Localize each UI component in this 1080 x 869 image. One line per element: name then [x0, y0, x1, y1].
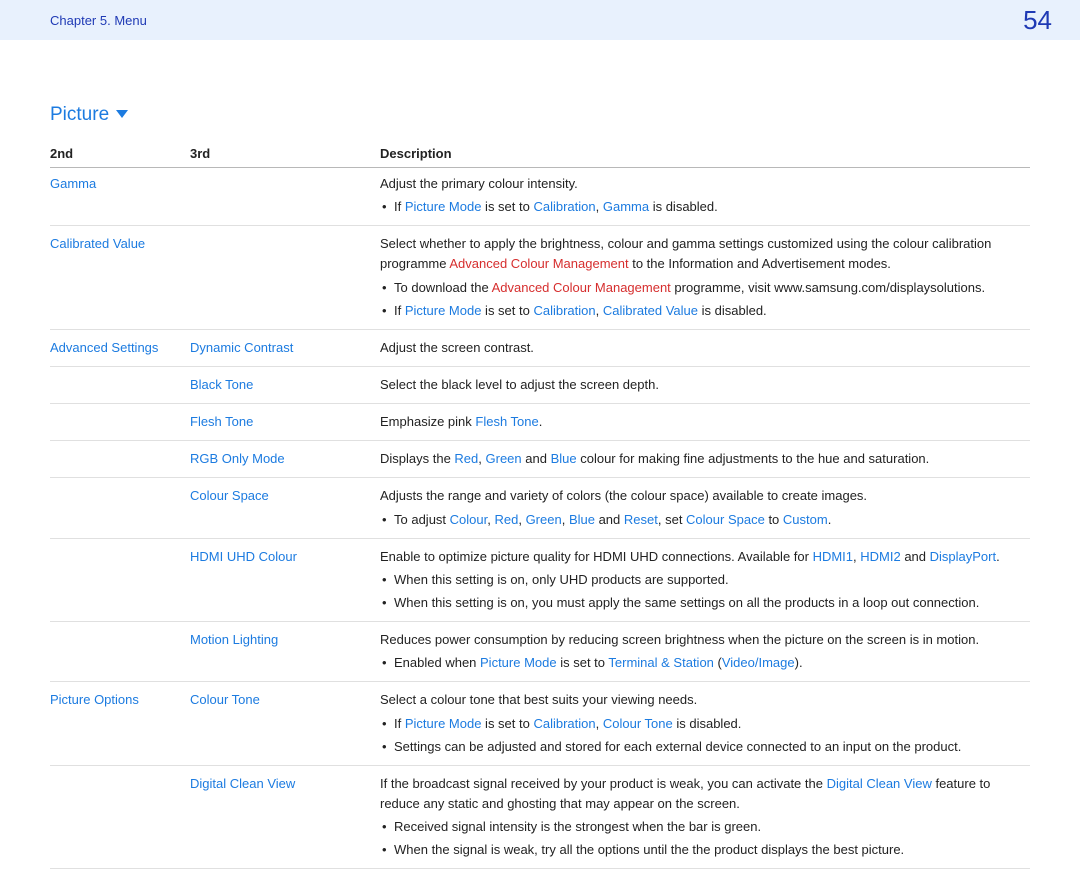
cell-3rd-ctone: Colour Tone [190, 682, 380, 765]
calibrated-bullet-2: If Picture Mode is set to Calibration, C… [380, 301, 1020, 321]
row-rgb-only: RGB Only Mode Displays the Red, Green an… [50, 441, 1030, 478]
row-digital-clean-view: Digital Clean View If the broadcast sign… [50, 765, 1030, 869]
section-title-text: Picture [50, 104, 109, 125]
gamma-bullet-1: If Picture Mode is set to Calibration, G… [380, 197, 1020, 217]
cell-desc-black: Select the black level to adjust the scr… [380, 366, 1030, 403]
cell-desc-motion: Reduces power consumption by reducing sc… [380, 622, 1030, 682]
cell-desc-flesh: Emphasize pink Flesh Tone. [380, 404, 1030, 441]
cell-desc-dcv: If the broadcast signal received by your… [380, 765, 1030, 869]
cell-desc-rgb: Displays the Red, Green and Blue colour … [380, 441, 1030, 478]
cell-desc-ctone: Select a colour tone that best suits you… [380, 682, 1030, 765]
row-dynamic-contrast: Advanced Settings Dynamic Contrast Adjus… [50, 329, 1030, 366]
cell-desc-gamma: Adjust the primary colour intensity. If … [380, 168, 1030, 226]
hdmi-bullet-1: When this setting is on, only UHD produc… [380, 570, 1020, 590]
page-number: 54 [1023, 5, 1052, 36]
cell-3rd-calibrated [190, 226, 380, 330]
row-gamma: Gamma Adjust the primary colour intensit… [50, 168, 1030, 226]
gamma-desc: Adjust the primary colour intensity. [380, 174, 1020, 194]
cell-2nd-picture-options: Picture Options [50, 682, 190, 765]
row-flesh-tone: Flesh Tone Emphasize pink Flesh Tone. [50, 404, 1030, 441]
page-content: Picture 2nd 3rd Description Gamma Adjust… [0, 40, 1080, 869]
row-colour-tone: Picture Options Colour Tone Select a col… [50, 682, 1030, 765]
cell-desc-dynamic: Adjust the screen contrast. [380, 329, 1030, 366]
cell-desc-cspace: Adjusts the range and variety of colors … [380, 478, 1030, 538]
caret-down-icon [116, 110, 128, 118]
calibrated-desc: Select whether to apply the brightness, … [380, 234, 1020, 274]
col-header-desc: Description [380, 140, 1030, 168]
ctone-bullet-2: Settings can be adjusted and stored for … [380, 737, 1020, 757]
page-header: Chapter 5. Menu 54 [0, 0, 1080, 40]
row-calibrated: Calibrated Value Select whether to apply… [50, 226, 1030, 330]
ctone-bullet-1: If Picture Mode is set to Calibration, C… [380, 714, 1020, 734]
cell-3rd-motion: Motion Lighting [190, 622, 380, 682]
cspace-bullet-1: To adjust Colour, Red, Green, Blue and R… [380, 510, 1020, 530]
cell-2nd-advanced: Advanced Settings [50, 329, 190, 366]
cell-desc-calibrated: Select whether to apply the brightness, … [380, 226, 1030, 330]
cell-3rd-dcv: Digital Clean View [190, 765, 380, 869]
cell-3rd-flesh: Flesh Tone [190, 404, 380, 441]
cell-3rd-gamma [190, 168, 380, 226]
row-motion-lighting: Motion Lighting Reduces power consumptio… [50, 622, 1030, 682]
col-header-2nd: 2nd [50, 140, 190, 168]
cell-desc-hdmi: Enable to optimize picture quality for H… [380, 538, 1030, 621]
row-colour-space: Colour Space Adjusts the range and varie… [50, 478, 1030, 538]
row-black-tone: Black Tone Select the black level to adj… [50, 366, 1030, 403]
cell-2nd-calibrated: Calibrated Value [50, 226, 190, 330]
cell-3rd-black: Black Tone [190, 366, 380, 403]
hdmi-bullet-2: When this setting is on, you must apply … [380, 593, 1020, 613]
section-title: Picture [50, 104, 1030, 126]
cell-3rd-rgb: RGB Only Mode [190, 441, 380, 478]
cell-3rd-hdmi: HDMI UHD Colour [190, 538, 380, 621]
row-hdmi-uhd: HDMI UHD Colour Enable to optimize pictu… [50, 538, 1030, 621]
menu-table: 2nd 3rd Description Gamma Adjust the pri… [50, 140, 1030, 869]
cell-3rd-cspace: Colour Space [190, 478, 380, 538]
col-header-3rd: 3rd [190, 140, 380, 168]
dcv-bullet-2: When the signal is weak, try all the opt… [380, 840, 1020, 860]
cell-3rd-dynamic: Dynamic Contrast [190, 329, 380, 366]
motion-bullet-1: Enabled when Picture Mode is set to Term… [380, 653, 1020, 673]
chapter-breadcrumb: Chapter 5. Menu [50, 13, 147, 28]
calibrated-bullet-1: To download the Advanced Colour Manageme… [380, 278, 1020, 298]
dcv-bullet-1: Received signal intensity is the stronge… [380, 817, 1020, 837]
cell-2nd-gamma: Gamma [50, 168, 190, 226]
